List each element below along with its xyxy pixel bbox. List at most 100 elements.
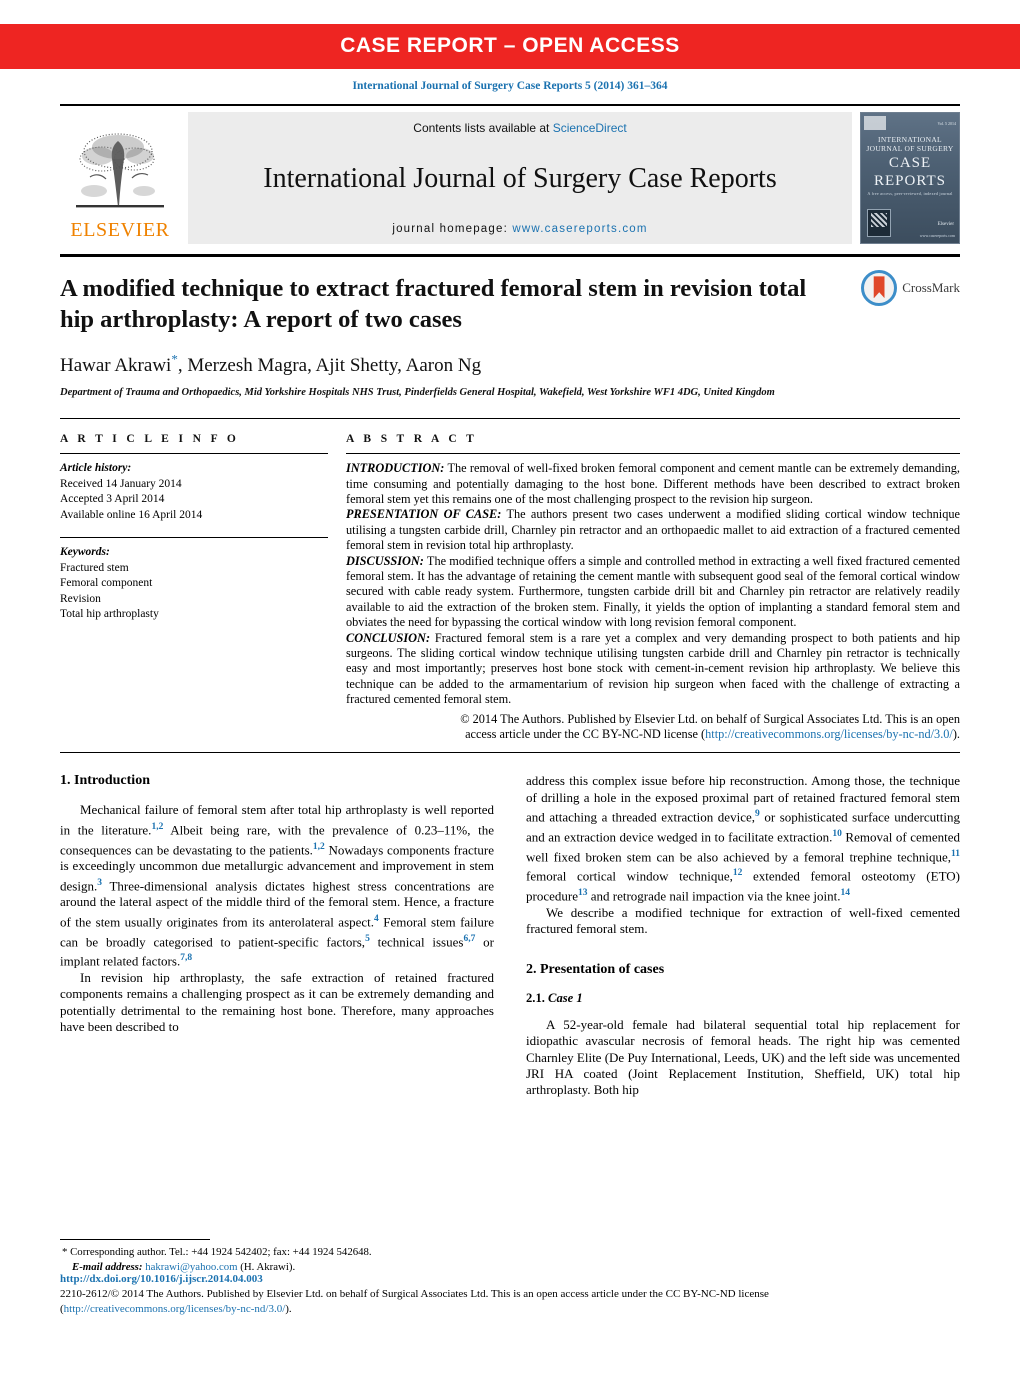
cover-case-word: CASE <box>888 155 932 171</box>
abstract-copyright-line-2: access article under the CC BY-NC-ND lic… <box>346 727 960 742</box>
cover-top-bar: Vol. 5 2014 <box>861 113 959 133</box>
paragraph-intro-4: We describe a modified technique for ext… <box>526 904 960 937</box>
elsevier-wordmark: ELSEVIER <box>70 219 170 241</box>
title-bottom-rule <box>60 418 960 420</box>
heading-presentation-of-cases: 2. Presentation of cases <box>526 961 665 977</box>
keyword-item: Fractured stem <box>60 561 129 574</box>
abstract-column: A B S T R A C T INTRODUCTION: The remova… <box>346 433 960 742</box>
article-history-accepted: Accepted 3 April 2014 <box>60 493 165 506</box>
citation-ref[interactable]: 10 <box>832 829 842 839</box>
footer-license-link[interactable]: http://creativecommons.org/licenses/by-n… <box>64 1303 286 1315</box>
footnote-corresponding-text: Corresponding author. Tel.: +44 1924 542… <box>67 1246 372 1258</box>
citation-ref[interactable]: 6,7 <box>463 934 475 944</box>
abstract-bottom-rule <box>60 752 960 754</box>
footnote-rule <box>60 1239 210 1240</box>
citation-ref[interactable]: 7,8 <box>180 953 192 963</box>
heading-case-1: 2.1. Case 1 <box>526 991 960 1006</box>
article-info-heading: A R T I C L E I N F O <box>60 433 240 446</box>
cover-elsevier-logo-icon <box>864 116 886 130</box>
masthead-center-panel: Contents lists available at ScienceDirec… <box>188 112 852 244</box>
elsevier-logo: ELSEVIER <box>60 112 180 244</box>
contents-prefix: Contents lists available at <box>413 121 553 135</box>
abstract-text-discussion: The modified technique offers a simple a… <box>346 553 960 630</box>
article-body: 1. Introduction Mechanical failure of fe… <box>60 773 960 1098</box>
article-title-block: CrossMark A modified technique to extrac… <box>60 270 960 400</box>
abstract-license-prefix: access article under the CC BY-NC-ND lic… <box>465 727 706 742</box>
citation-ref[interactable]: 11 <box>951 849 960 859</box>
citation-ref[interactable]: 14 <box>841 888 851 898</box>
email-owner: (H. Akrawi). <box>237 1260 296 1273</box>
footnote-corresponding-line: * Corresponding author. Tel.: +44 1924 5… <box>60 1245 490 1260</box>
keywords-rule <box>60 537 328 539</box>
abstract-section-introduction: INTRODUCTION: The removal of well-fixed … <box>346 461 960 507</box>
page-title: A modified technique to extract fracture… <box>60 275 807 334</box>
footer-copyright-text: 2210-2612/© 2014 The Authors. Published … <box>60 1288 769 1300</box>
intro3-text-d: femoral cortical window technique, <box>526 868 733 884</box>
abstract-rule <box>346 453 960 455</box>
intro3-text-f: and retrograde nail impaction via the kn… <box>587 888 841 904</box>
homepage-prefix: journal homepage: <box>392 223 513 235</box>
cover-reports-word: REPORTS <box>874 173 946 189</box>
banner-text: CASE REPORT – OPEN ACCESS <box>340 34 680 57</box>
citation-ref[interactable]: 1,2 <box>151 822 163 832</box>
page-footer: http://dx.doi.org/10.1016/j.ijscr.2014.0… <box>60 1272 960 1317</box>
info-and-abstract: A R T I C L E I N F O Article history: R… <box>60 433 960 742</box>
abstract-heading: A B S T R A C T <box>346 433 478 446</box>
crossmark-badge-group[interactable]: CrossMark <box>861 270 960 307</box>
author-list: Hawar Akrawi*, Merzesh Magra, Ajit Shett… <box>60 352 840 377</box>
abstract-section-conclusion: CONCLUSION: Fractured femoral stem is a … <box>346 631 960 708</box>
citation-ref[interactable]: 1,2 <box>313 842 325 852</box>
abstract-label-discussion: DISCUSSION: <box>346 553 424 568</box>
abstract-section-discussion: DISCUSSION: The modified technique offer… <box>346 554 960 631</box>
abstract-label-introduction: INTRODUCTION: <box>346 461 445 476</box>
abstract-copyright-line-1: © 2014 The Authors. Published by Elsevie… <box>460 711 960 726</box>
article-history-online: Available online 16 April 2014 <box>60 508 203 521</box>
abstract-text-conclusion: Fractured femoral stem is a rare yet a c… <box>346 630 960 707</box>
corresponding-author-marker[interactable]: * <box>171 352 178 367</box>
author-email-link[interactable]: hakrawi@yahoo.com <box>145 1261 237 1273</box>
abstract-label-presentation: PRESENTATION OF CASE: <box>346 507 502 522</box>
corresponding-author-footnote: * Corresponding author. Tel.: +44 1924 5… <box>60 1239 490 1274</box>
article-history-received: Received 14 January 2014 <box>60 477 182 490</box>
heading-introduction: 1. Introduction <box>60 773 150 789</box>
article-info-rule <box>60 453 328 455</box>
subsection-title: Case 1 <box>548 990 583 1005</box>
doi-link[interactable]: http://dx.doi.org/10.1016/j.ijscr.2014.0… <box>60 1272 960 1287</box>
email-address-label: E-mail address: <box>72 1260 143 1273</box>
paragraph-intro-1: Mechanical failure of femoral stem after… <box>60 802 494 970</box>
cover-tagline: A free access, peer-reviewed, indexed jo… <box>867 191 953 196</box>
journal-cover-thumbnail[interactable]: Vol. 5 2014 INTERNATIONAL JOURNAL OF SUR… <box>860 112 960 244</box>
footer-paren-close: ). <box>285 1303 292 1315</box>
abstract-label-conclusion: CONCLUSION: <box>346 630 431 645</box>
journal-citation-line: International Journal of Surgery Case Re… <box>352 80 668 92</box>
cover-journal-name: INTERNATIONAL JOURNAL OF SURGERY <box>866 135 954 153</box>
abstract-license-link[interactable]: http://creativecommons.org/licenses/by-n… <box>705 727 953 741</box>
contents-line: Contents lists available at ScienceDirec… <box>188 121 852 135</box>
cover-url-label: www.casereports.com <box>919 233 955 238</box>
cover-shield-icon <box>867 209 891 237</box>
intro-text-f: technical issues <box>369 933 464 949</box>
cover-brand-label: Elsevier <box>937 222 954 227</box>
keyword-item: Femoral component <box>60 577 153 590</box>
paragraph-intro-3: address this complex issue before hip re… <box>526 773 960 904</box>
journal-homepage-link[interactable]: www.casereports.com <box>512 223 647 235</box>
footer-license-line: (http://creativecommons.org/licenses/by-… <box>60 1302 960 1317</box>
journal-homepage-line: journal homepage: www.casereports.com <box>188 223 852 235</box>
keyword-item: Total hip arthroplasty <box>60 608 159 621</box>
elsevier-tree-icon <box>76 133 164 208</box>
sciencedirect-link[interactable]: ScienceDirect <box>553 121 627 135</box>
crossmark-icon <box>861 270 898 307</box>
abstract-license-suffix: ). <box>952 727 960 742</box>
paragraph-case1: A 52-year-old female had bilateral seque… <box>526 1016 960 1098</box>
citation-ref[interactable]: 12 <box>733 868 743 878</box>
journal-masthead: ELSEVIER Contents lists available at Sci… <box>60 104 960 244</box>
keyword-item: Revision <box>60 592 101 605</box>
journal-title: International Journal of Surgery Case Re… <box>263 163 777 194</box>
article-info-column: A R T I C L E I N F O Article history: R… <box>60 433 346 742</box>
keywords-label: Keywords: <box>60 546 110 559</box>
open-access-banner: CASE REPORT – OPEN ACCESS <box>0 24 1020 69</box>
paragraph-intro-2: In revision hip arthroplasty, the safe e… <box>60 970 494 1035</box>
body-right-column: address this complex issue before hip re… <box>526 773 960 1098</box>
author-affiliation: Department of Trauma and Orthopaedics, M… <box>60 387 775 399</box>
crossmark-label: CrossMark <box>902 280 960 296</box>
